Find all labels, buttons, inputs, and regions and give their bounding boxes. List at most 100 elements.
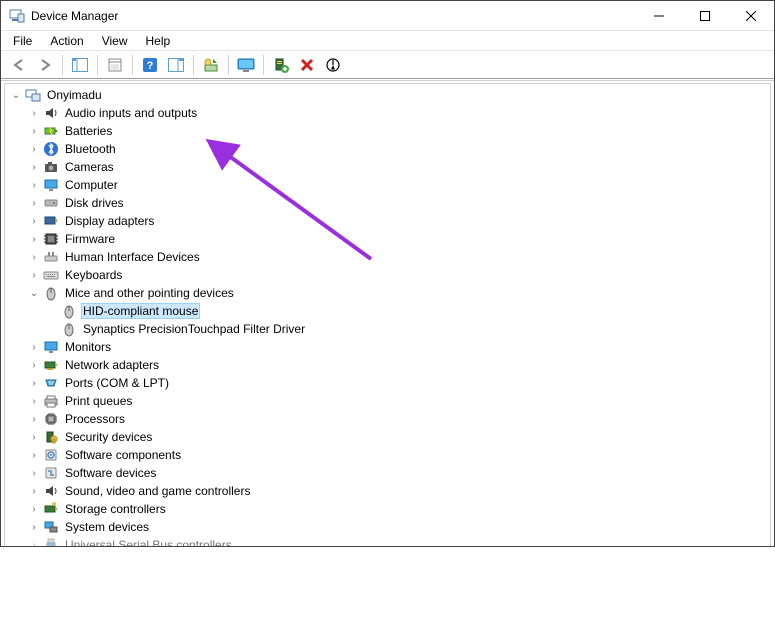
chevron-right-icon[interactable]: › — [27, 340, 41, 354]
chevron-right-icon[interactable]: › — [27, 160, 41, 174]
selected-device-label: HID-compliant mouse — [81, 303, 200, 319]
network-adapter-icon — [43, 357, 59, 373]
category-cameras[interactable]: › Cameras — [27, 158, 770, 176]
software-component-icon — [43, 447, 59, 463]
maximize-button[interactable] — [682, 1, 728, 31]
menu-help[interactable]: Help — [138, 33, 179, 49]
x-icon — [300, 58, 314, 72]
disable-button[interactable] — [321, 54, 345, 76]
category-processors[interactable]: › Processors — [27, 410, 770, 428]
update-driver-button[interactable] — [199, 54, 223, 76]
menu-action[interactable]: Action — [42, 33, 91, 49]
chevron-right-icon[interactable]: › — [27, 538, 41, 546]
camera-icon — [43, 159, 59, 175]
device-hid-mouse[interactable]: › HID-compliant mouse — [45, 302, 770, 320]
chevron-right-icon[interactable]: › — [27, 430, 41, 444]
category-storage[interactable]: › Storage controllers — [27, 500, 770, 518]
security-icon — [43, 429, 59, 445]
properties-button[interactable] — [103, 54, 127, 76]
chevron-down-icon[interactable]: ⌄ — [9, 88, 23, 102]
chevron-right-icon[interactable]: › — [27, 178, 41, 192]
category-sysdev[interactable]: › System devices — [27, 518, 770, 536]
category-hid[interactable]: › Human Interface Devices — [27, 248, 770, 266]
category-monitors[interactable]: › Monitors — [27, 338, 770, 356]
mouse-icon — [43, 285, 59, 301]
display-adapter-icon — [43, 213, 59, 229]
tree-root[interactable]: ⌄ Onyimadu — [9, 86, 770, 104]
firmware-icon — [43, 231, 59, 247]
help-button[interactable]: ? — [138, 54, 162, 76]
category-audio[interactable]: › Audio inputs and outputs — [27, 104, 770, 122]
add-legacy-hardware-button[interactable] — [269, 54, 293, 76]
chevron-right-icon[interactable]: › — [27, 124, 41, 138]
svg-text:?: ? — [147, 60, 154, 72]
options-button[interactable] — [164, 54, 188, 76]
chevron-right-icon[interactable]: › — [27, 250, 41, 264]
category-bluetooth[interactable]: › Bluetooth — [27, 140, 770, 158]
chevron-right-icon[interactable]: › — [27, 448, 41, 462]
chevron-right-icon[interactable]: › — [27, 232, 41, 246]
close-button[interactable] — [728, 1, 774, 31]
chevron-right-icon[interactable]: › — [27, 268, 41, 282]
chevron-right-icon[interactable]: › — [27, 106, 41, 120]
category-network[interactable]: › Network adapters — [27, 356, 770, 374]
tree-pane[interactable]: ⌄ Onyimadu › Audio inputs and outputs › … — [1, 80, 774, 546]
menu-file[interactable]: File — [5, 33, 40, 49]
device-synaptics[interactable]: › Synaptics PrecisionTouchpad Filter Dri… — [45, 320, 770, 338]
forward-button[interactable] — [33, 54, 57, 76]
chevron-right-icon[interactable]: › — [27, 520, 41, 534]
device-manager-icon — [9, 8, 25, 24]
uninstall-button[interactable] — [295, 54, 319, 76]
storage-controller-icon — [43, 501, 59, 517]
category-computer[interactable]: › Computer — [27, 176, 770, 194]
hid-icon — [43, 249, 59, 265]
category-disk[interactable]: › Disk drives — [27, 194, 770, 212]
processor-icon — [43, 411, 59, 427]
disk-icon — [43, 195, 59, 211]
category-ports[interactable]: › Ports (COM & LPT) — [27, 374, 770, 392]
mouse-icon — [61, 303, 77, 319]
chevron-right-icon[interactable]: › — [27, 466, 41, 480]
menu-view[interactable]: View — [94, 33, 136, 49]
category-security[interactable]: › Security devices — [27, 428, 770, 446]
category-swdev[interactable]: › Software devices — [27, 464, 770, 482]
ports-icon — [43, 375, 59, 391]
titlebar: Device Manager — [1, 1, 774, 31]
chevron-right-icon[interactable]: › — [27, 196, 41, 210]
category-sound[interactable]: › Sound, video and game controllers — [27, 482, 770, 500]
chevron-right-icon[interactable]: › — [27, 502, 41, 516]
properties-icon — [108, 58, 122, 72]
category-mice[interactable]: ⌄ Mice and other pointing devices — [27, 284, 770, 302]
chevron-right-icon[interactable]: › — [27, 484, 41, 498]
category-display[interactable]: › Display adapters — [27, 212, 770, 230]
chevron-right-icon[interactable]: › — [27, 412, 41, 426]
arrow-left-icon — [12, 58, 26, 72]
chevron-right-icon[interactable]: › — [27, 394, 41, 408]
software-device-icon — [43, 465, 59, 481]
sound-icon — [43, 483, 59, 499]
category-batteries[interactable]: › Batteries — [27, 122, 770, 140]
chevron-right-icon[interactable]: › — [27, 142, 41, 156]
add-hardware-icon — [273, 57, 289, 73]
chevron-right-icon[interactable]: › — [27, 358, 41, 372]
chevron-down-icon[interactable]: ⌄ — [27, 286, 41, 300]
chevron-right-icon[interactable]: › — [27, 376, 41, 390]
monitor-scan-icon — [237, 58, 255, 72]
update-driver-icon — [203, 57, 219, 73]
category-keyboards[interactable]: › Keyboards — [27, 266, 770, 284]
monitor-icon — [43, 339, 59, 355]
category-usb[interactable]: › Universal Serial Bus controllers — [27, 536, 770, 546]
show-tree-button[interactable] — [68, 54, 92, 76]
window-title: Device Manager — [31, 9, 118, 23]
system-device-icon — [43, 519, 59, 535]
scan-hardware-button[interactable] — [234, 54, 258, 76]
chevron-right-icon[interactable]: › — [27, 214, 41, 228]
minimize-button[interactable] — [636, 1, 682, 31]
options-icon — [168, 58, 184, 72]
category-printq[interactable]: › Print queues — [27, 392, 770, 410]
category-firmware[interactable]: › Firmware — [27, 230, 770, 248]
disable-icon — [326, 58, 340, 72]
back-button[interactable] — [7, 54, 31, 76]
monitor-icon — [43, 177, 59, 193]
category-swcomp[interactable]: › Software components — [27, 446, 770, 464]
